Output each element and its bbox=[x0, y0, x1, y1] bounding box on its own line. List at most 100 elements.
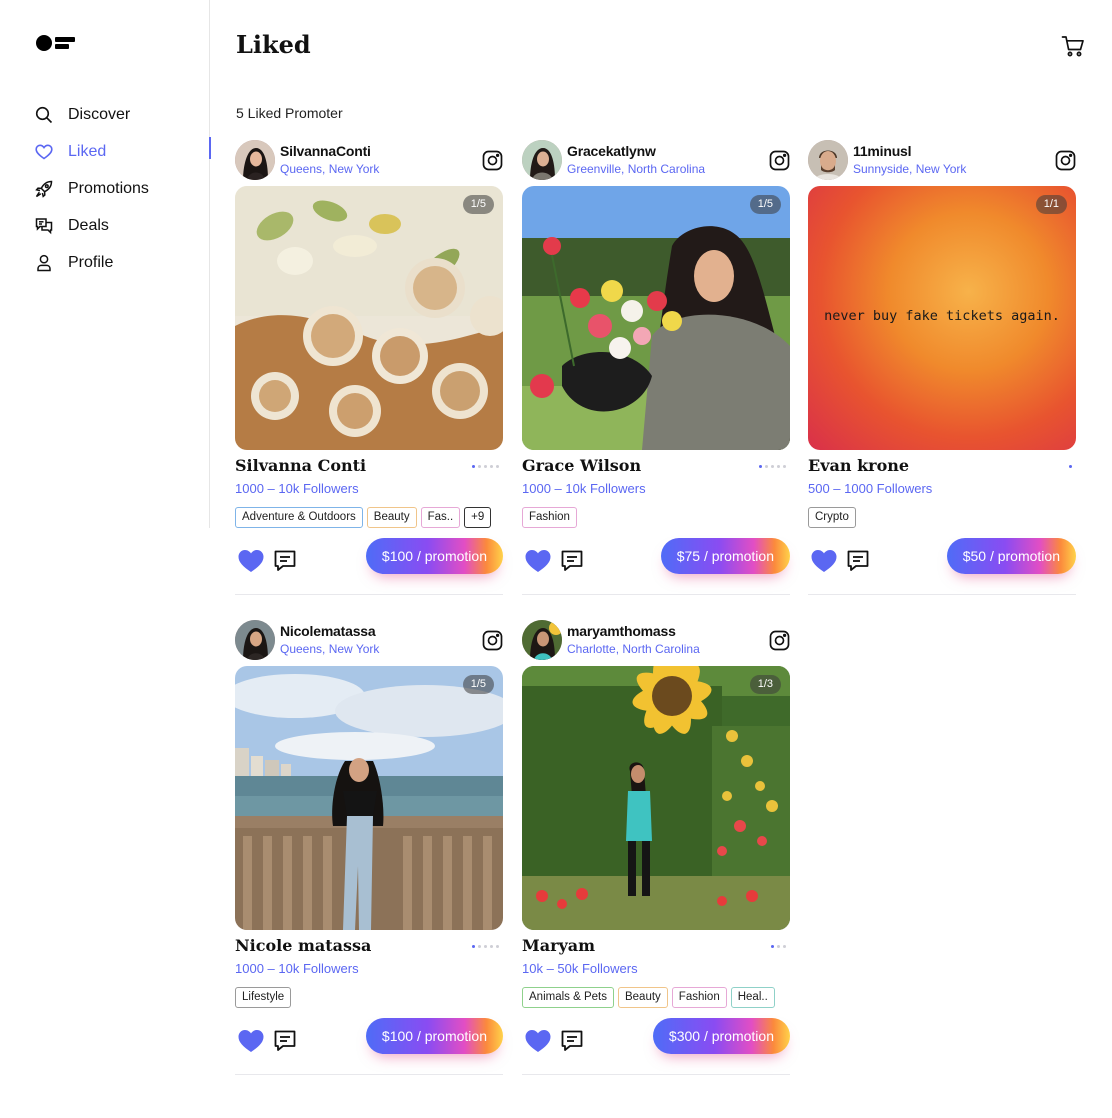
photo-pager: 1/5 bbox=[462, 675, 494, 694]
promoter-location: Charlotte, North Carolina bbox=[567, 642, 700, 656]
sidebar-item-label: Liked bbox=[68, 142, 107, 160]
message-icon[interactable] bbox=[560, 1029, 584, 1053]
cart-icon[interactable] bbox=[1060, 33, 1086, 59]
heart-icon[interactable] bbox=[237, 1028, 265, 1054]
promoter-card: Nicolematassa Queens, New York 1/5 Nicol bbox=[235, 618, 503, 1075]
message-icon[interactable] bbox=[846, 549, 870, 573]
chat-bubbles-icon bbox=[34, 216, 54, 236]
sidebar: Discover Liked Promotions Deals Profile bbox=[0, 0, 211, 528]
sidebar-item-promotions[interactable]: Promotions bbox=[34, 170, 210, 207]
message-icon[interactable] bbox=[273, 549, 297, 573]
promoter-name: Nicole matassa bbox=[235, 936, 372, 955]
promoter-card: 11minusl Sunnyside, New York never buy f… bbox=[808, 138, 1076, 595]
card-header: SilvannaConti Queens, New York bbox=[235, 138, 503, 182]
promoter-photo[interactable]: 1/5 bbox=[522, 186, 790, 450]
user-icon bbox=[34, 253, 54, 273]
instagram-icon[interactable] bbox=[769, 150, 790, 171]
tag: Beauty bbox=[617, 987, 668, 1008]
sidebar-item-liked[interactable]: Liked bbox=[34, 133, 211, 170]
tag: Lifestyle bbox=[235, 987, 292, 1008]
promoter-card: SilvannaConti Queens, New York 1/5 Silva… bbox=[235, 138, 503, 595]
promoter-location: Sunnyside, New York bbox=[853, 162, 967, 176]
promotion-price-button[interactable]: $100 / promotion bbox=[365, 538, 503, 574]
avatar[interactable] bbox=[235, 140, 275, 180]
tag: Fashion bbox=[522, 507, 577, 528]
promoter-name: Grace Wilson bbox=[522, 456, 642, 475]
more-tags-button[interactable]: +9 bbox=[464, 507, 492, 528]
card-header: Nicolematassa Queens, New York bbox=[235, 618, 503, 662]
instagram-icon[interactable] bbox=[482, 150, 503, 171]
promoter-photo[interactable]: 1/3 bbox=[522, 666, 790, 930]
photo-caption: never buy fake tickets again. bbox=[824, 308, 1060, 324]
promotion-price-button[interactable]: $50 / promotion bbox=[946, 538, 1076, 574]
promoter-handle[interactable]: SilvannaConti bbox=[280, 143, 371, 159]
promoter-name: Evan krone bbox=[808, 456, 910, 475]
card-header: Gracekatlynw Greenville, North Carolina bbox=[522, 138, 790, 182]
app-logo[interactable] bbox=[36, 34, 80, 52]
heart-icon[interactable] bbox=[237, 548, 265, 574]
instagram-icon[interactable] bbox=[769, 630, 790, 651]
search-icon bbox=[34, 105, 54, 125]
tag: Animals & Pets bbox=[522, 987, 614, 1008]
promotion-price-button[interactable]: $75 / promotion bbox=[660, 538, 790, 574]
message-icon[interactable] bbox=[273, 1029, 297, 1053]
promoter-photo[interactable]: 1/5 bbox=[235, 666, 503, 930]
promoter-location: Queens, New York bbox=[280, 642, 380, 656]
card-divider bbox=[235, 594, 503, 595]
avatar[interactable] bbox=[235, 620, 275, 660]
card-divider bbox=[522, 1074, 790, 1075]
heart-icon bbox=[34, 142, 54, 162]
card-header: 11minusl Sunnyside, New York bbox=[808, 138, 1076, 182]
follower-range: 500 – 1000 Followers bbox=[808, 481, 933, 496]
card-actions: $50 / promotion bbox=[808, 538, 1076, 582]
instagram-icon[interactable] bbox=[1055, 150, 1076, 171]
card-divider bbox=[808, 594, 1076, 595]
promoter-card: Gracekatlynw Greenville, North Carolina … bbox=[522, 138, 790, 595]
message-icon[interactable] bbox=[560, 549, 584, 573]
photo-pager: 1/3 bbox=[749, 675, 781, 694]
heart-icon[interactable] bbox=[810, 548, 838, 574]
follower-range: 10k – 50k Followers bbox=[522, 961, 638, 976]
avatar[interactable] bbox=[522, 620, 562, 660]
promoter-card: maryamthomass Charlotte, North Carolina bbox=[522, 618, 790, 1075]
promoter-handle[interactable]: Nicolematassa bbox=[280, 623, 376, 639]
carousel-dots bbox=[759, 465, 786, 468]
heart-icon[interactable] bbox=[524, 548, 552, 574]
tag: Heal.. bbox=[730, 987, 775, 1008]
promoter-handle[interactable]: maryamthomass bbox=[567, 623, 676, 639]
promoter-location: Queens, New York bbox=[280, 162, 380, 176]
avatar[interactable] bbox=[522, 140, 562, 180]
promoter-name: Maryam bbox=[522, 936, 596, 955]
card-header: maryamthomass Charlotte, North Carolina bbox=[522, 618, 790, 662]
sidebar-item-discover[interactable]: Discover bbox=[34, 96, 210, 133]
promoter-handle[interactable]: 11minusl bbox=[853, 143, 912, 159]
tag: Fashion bbox=[671, 987, 727, 1008]
carousel-dots bbox=[472, 465, 499, 468]
avatar[interactable] bbox=[808, 140, 848, 180]
follower-range: 1000 – 10k Followers bbox=[235, 481, 359, 496]
instagram-icon[interactable] bbox=[482, 630, 503, 651]
carousel-dots bbox=[472, 945, 499, 948]
tag-list: Animals & Pets Beauty Fashion Heal.. bbox=[522, 987, 775, 1008]
heart-icon[interactable] bbox=[524, 1028, 552, 1054]
sidebar-nav: Discover Liked Promotions Deals Profile bbox=[34, 96, 211, 281]
sidebar-item-deals[interactable]: Deals bbox=[34, 207, 210, 244]
sidebar-item-profile[interactable]: Profile bbox=[34, 244, 210, 281]
promotion-price-button[interactable]: $100 / promotion bbox=[365, 1018, 503, 1054]
page-title: Liked bbox=[236, 30, 311, 59]
tag: Fas.. bbox=[420, 507, 461, 528]
promoter-photo[interactable]: never buy fake tickets again. 1/1 bbox=[808, 186, 1076, 450]
tag: Adventure & Outdoors bbox=[235, 507, 363, 528]
promoter-handle[interactable]: Gracekatlynw bbox=[567, 143, 656, 159]
sidebar-item-label: Promotions bbox=[68, 179, 149, 197]
tag: Beauty bbox=[366, 507, 417, 528]
card-actions: $75 / promotion bbox=[522, 538, 790, 582]
promoter-name: Silvanna Conti bbox=[235, 456, 367, 475]
promoter-photo[interactable]: 1/5 bbox=[235, 186, 503, 450]
photo-pager: 1/5 bbox=[749, 195, 781, 214]
promotion-price-button[interactable]: $300 / promotion bbox=[652, 1018, 790, 1054]
card-divider bbox=[235, 1074, 503, 1075]
carousel-dots bbox=[771, 945, 786, 948]
liked-count: 5 Liked Promoter bbox=[236, 105, 343, 121]
follower-range: 1000 – 10k Followers bbox=[522, 481, 646, 496]
